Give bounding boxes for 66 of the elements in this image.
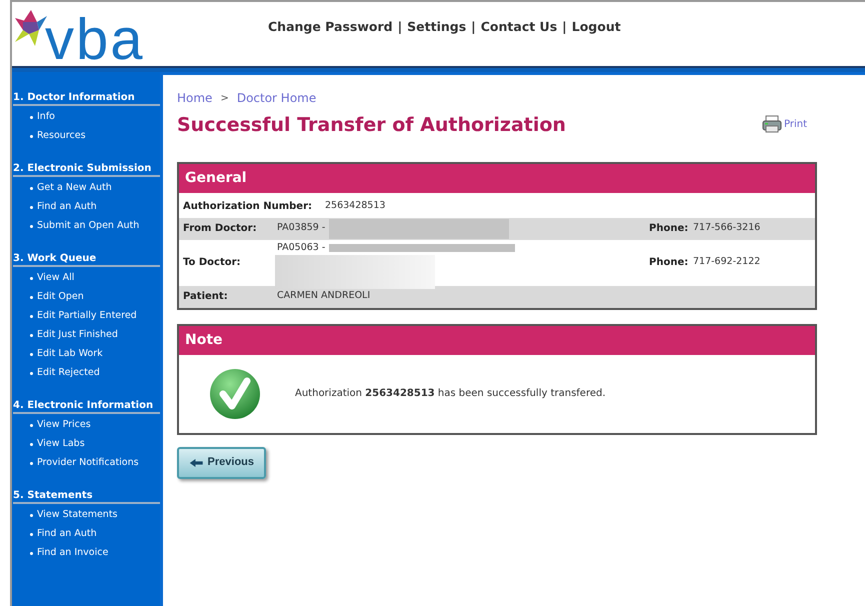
separator: | (398, 18, 402, 36)
header-link[interactable]: Change Password (268, 18, 393, 37)
sidebar-link[interactable]: Edit Just Finished (30, 328, 160, 342)
bullet-icon (30, 424, 33, 426)
panel-heading: General (179, 164, 815, 196)
bullet-icon (30, 462, 33, 464)
field-label: Authorization Number: (182, 200, 314, 214)
sidebar-link[interactable]: View Prices (30, 418, 160, 432)
bullet-icon (30, 552, 33, 554)
sidebar-link[interactable]: Edit Partially Entered (30, 309, 160, 323)
bullet-icon (30, 206, 33, 208)
field-label: From Doctor: (182, 222, 258, 236)
sidebar-link[interactable]: View Labs (30, 437, 160, 451)
bullet-icon (30, 116, 33, 118)
field-value: 717-566-3216 (693, 221, 762, 236)
sidebar-link[interactable]: Resources (30, 129, 160, 143)
bullet-icon (30, 372, 33, 374)
bullet-icon (30, 314, 33, 318)
success-message: Authorization 2563428513 has been successfully transfered. (295, 387, 606, 401)
bullet-icon (30, 352, 33, 356)
sidebar-link[interactable]: Find an Auth (30, 200, 160, 214)
header-link[interactable]: Settings (407, 18, 466, 37)
sidebar-link[interactable]: Provider Notifications (30, 456, 160, 470)
printer-icon (762, 115, 782, 133)
separator: | (562, 18, 567, 36)
bullet-icon (30, 224, 33, 228)
field-value: 717-692-2122 (693, 255, 762, 270)
field-value: PA05063 - (277, 240, 326, 254)
checkmark-icon (209, 368, 261, 420)
separator: | (471, 18, 476, 36)
logo-wordmark: vba (45, 12, 145, 68)
sidebar-link[interactable]: View All (30, 271, 160, 285)
previous-button[interactable]: Previous (177, 446, 266, 478)
bullet-icon (30, 442, 33, 446)
header-link[interactable]: Logout (572, 18, 621, 37)
sidebar-link[interactable]: Get a New Auth (30, 181, 160, 195)
left-arrow-icon (189, 456, 204, 468)
sidebar-link[interactable]: Submit an Open Auth (30, 219, 160, 233)
field-value: CARMEN ANDREOLI (277, 289, 370, 304)
sidebar-link[interactable]: Info (30, 110, 160, 124)
page-title: Successful Transfer of Authorization (177, 113, 567, 138)
field-value: 2563428513 (325, 199, 386, 214)
bullet-icon (30, 514, 33, 516)
panel-heading: Note (179, 326, 815, 354)
sidebar-link[interactable]: Edit Rejected (30, 366, 160, 380)
field-label: To Doctor: (182, 256, 242, 270)
bullet-icon (30, 334, 33, 336)
breadcrumb-link[interactable]: Doctor Home (236, 89, 316, 107)
field-label: Phone: (649, 222, 690, 236)
sidebar-link[interactable]: Find an Auth (30, 527, 160, 541)
bullet-icon (30, 276, 33, 280)
field-value: PA03859 - (277, 221, 326, 236)
header-link[interactable]: Contact Us (480, 18, 558, 37)
bullet-icon (30, 186, 33, 190)
sidebar-link[interactable]: Edit Lab Work (30, 347, 160, 361)
field-label: Patient: (182, 290, 229, 304)
field-label: Phone: (649, 256, 690, 270)
breadcrumb-link[interactable]: Home (177, 89, 212, 107)
bullet-icon (30, 134, 33, 138)
print-link[interactable]: Print (784, 116, 807, 132)
bullet-icon (30, 532, 33, 536)
sidebar-link[interactable]: Find an Invoice (30, 546, 160, 560)
sidebar-link[interactable]: View Statements (30, 508, 160, 522)
breadcrumb-separator: > (220, 92, 229, 106)
sidebar-link[interactable]: Edit Open (30, 290, 160, 304)
bullet-icon (30, 296, 33, 298)
